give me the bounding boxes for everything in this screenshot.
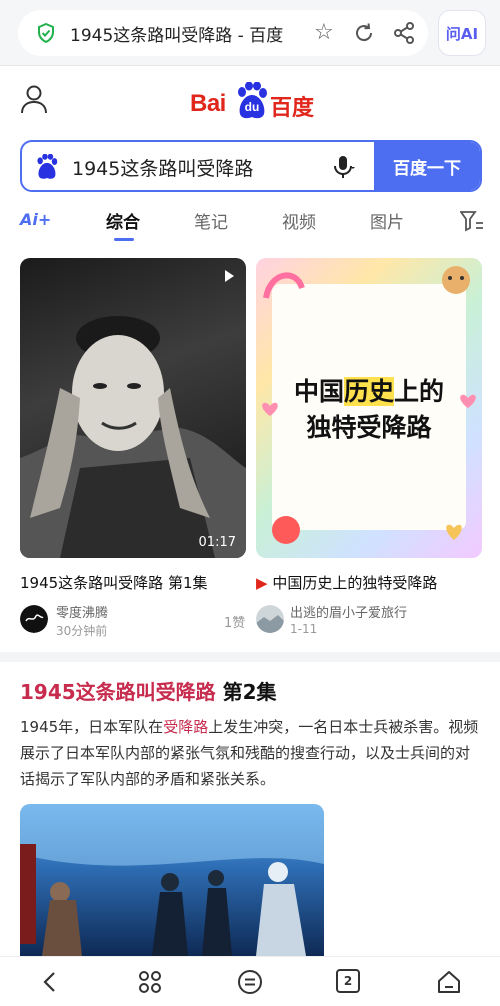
bottom-navigation: 2 (0, 956, 500, 1006)
avatar[interactable] (256, 605, 284, 633)
paw-icon (37, 154, 58, 179)
card-title[interactable]: 1945这条路叫受降路 第1集 (20, 572, 208, 593)
snowy-scene-image (20, 804, 324, 956)
active-tab-indicator (114, 238, 134, 241)
home-icon[interactable] (436, 969, 462, 995)
tab-ai[interactable]: Ai+ (20, 210, 51, 229)
video-thumbnail[interactable]: 01:17 (20, 258, 246, 558)
tabs-count-button[interactable]: 2 (336, 969, 360, 993)
search-button[interactable]: 百度一下 (374, 142, 480, 190)
search-box: 1945这条路叫受降路 百度一下 (20, 140, 482, 192)
tab-video[interactable]: 视频 (282, 208, 316, 233)
card-time: 1-11 (290, 622, 318, 636)
refresh-icon[interactable] (352, 21, 376, 45)
filter-icon[interactable] (460, 210, 484, 232)
tab-comprehensive[interactable]: 综合 (106, 208, 140, 233)
user-icon[interactable] (20, 84, 48, 114)
menu-icon[interactable] (237, 969, 263, 995)
microphone-icon[interactable] (330, 154, 356, 180)
avatar[interactable] (20, 605, 48, 633)
video-duration: 01:17 (198, 535, 236, 550)
browser-toolbar: 1945这条路叫受降路 - 百度 ☆ 问AI (0, 0, 500, 66)
tab-images[interactable]: 图片 (370, 208, 404, 233)
tab-notes[interactable]: 笔记 (194, 208, 228, 233)
card-time: 30分钟前 (56, 624, 108, 638)
video-indicator-icon (225, 270, 234, 282)
logo-latin: Bai (190, 90, 226, 117)
search-input[interactable]: 1945这条路叫受降路 (72, 154, 253, 181)
result-title[interactable]: 1945这条路叫受降路 第2集 (20, 676, 277, 705)
card-author[interactable]: 零度沸腾 (56, 602, 108, 621)
star-icon[interactable]: ☆ (314, 21, 334, 45)
logo-mark: du (244, 100, 260, 114)
logo-chinese: 百度 (270, 96, 315, 121)
video-thumbnail[interactable]: 中国历史上的 独特受降路 (256, 258, 482, 558)
shield-check-icon (38, 23, 54, 43)
back-icon[interactable] (38, 969, 64, 995)
search-tabs: Ai+ 综合 笔记 视频 图片 (0, 200, 500, 244)
ask-ai-button[interactable]: 问AI (438, 10, 486, 56)
video-thumbnail[interactable] (20, 804, 324, 956)
like-count: 1赞 (224, 616, 246, 631)
result-description: 1945年，日本军队在受降路上发生冲突，一名日本士兵被杀害。视频展示了日本军队内… (20, 718, 479, 788)
section-divider (0, 652, 500, 662)
masked-figure-image (20, 316, 246, 558)
baidu-logo[interactable]: Bai du 百度 (186, 82, 314, 122)
share-icon[interactable] (392, 21, 416, 45)
card-title[interactable]: ▶ 中国历史上的独特受降路 (256, 572, 437, 593)
address-bar[interactable]: 1945这条路叫受降路 - 百度 ☆ (18, 10, 428, 56)
sticker-decorations (262, 266, 476, 544)
flag-icon: ▶ (256, 574, 268, 592)
apps-icon[interactable] (137, 969, 163, 995)
address-text: 1945这条路叫受降路 - 百度 (70, 26, 284, 46)
card-author[interactable]: 出逃的眉小子爱旅行 (290, 602, 407, 621)
